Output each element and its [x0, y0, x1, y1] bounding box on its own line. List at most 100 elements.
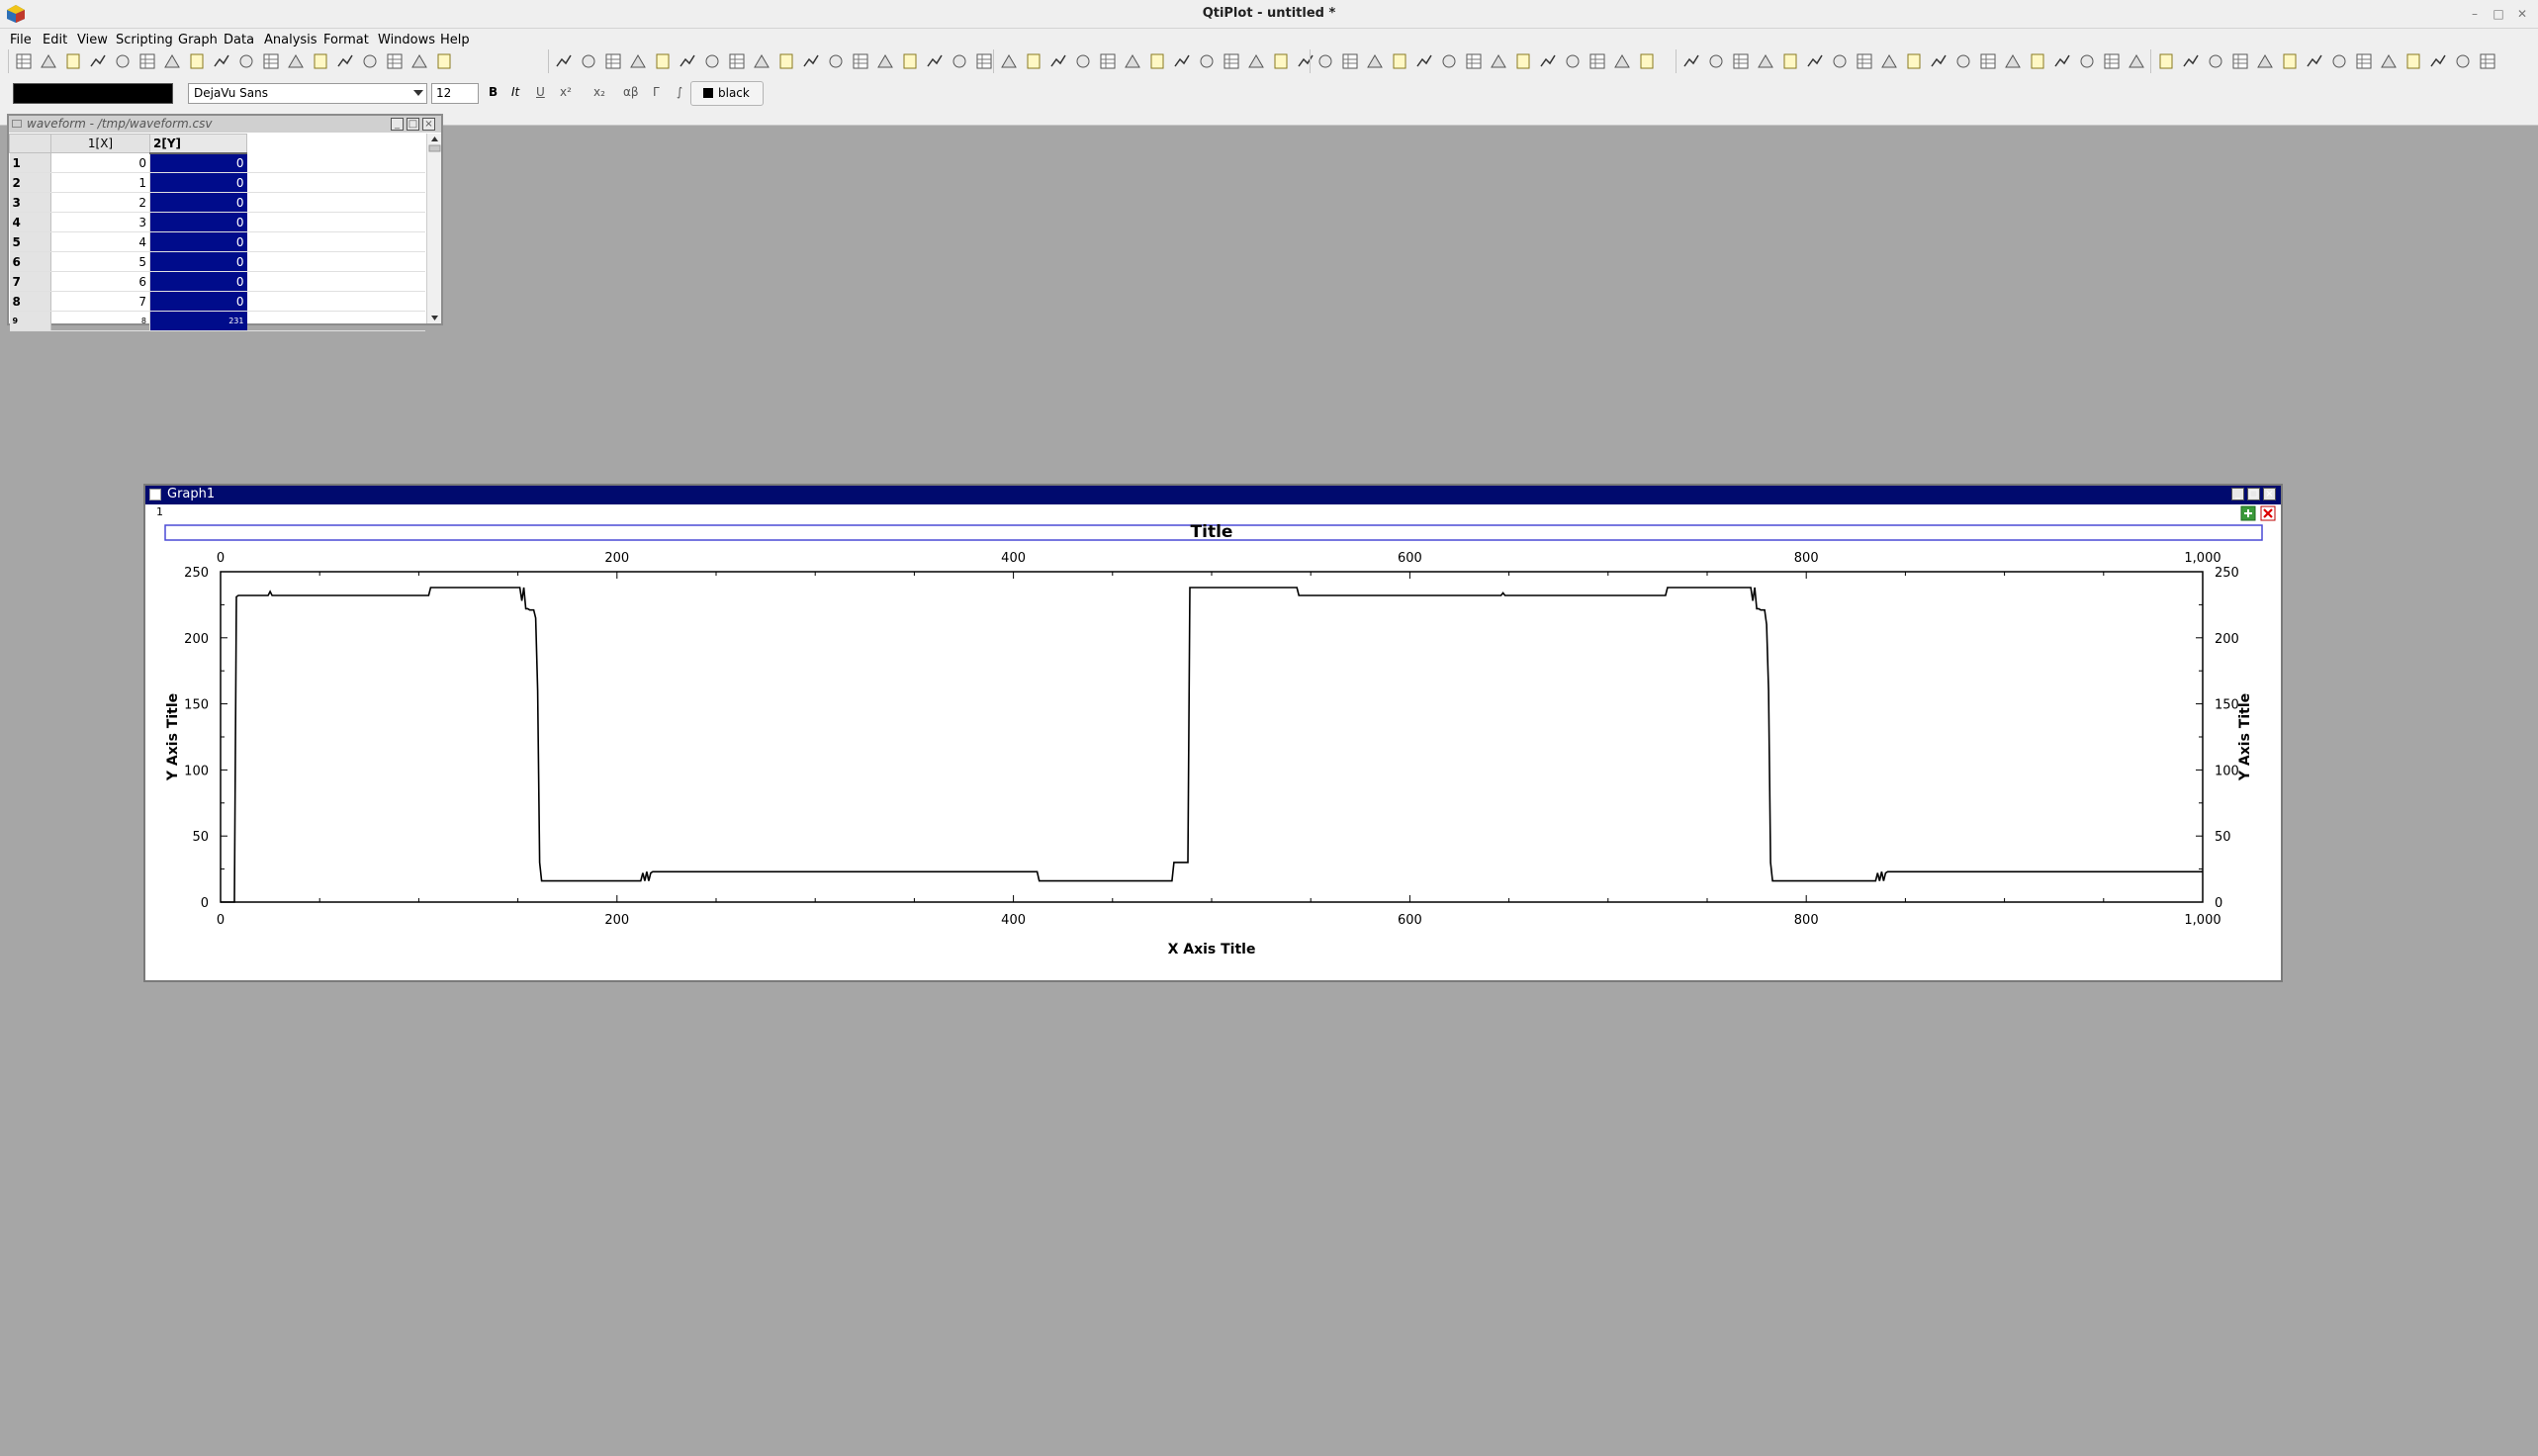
grid-icon[interactable] — [974, 51, 994, 71]
arrow-icon[interactable] — [2255, 51, 2275, 71]
remove-layer-icon[interactable] — [2260, 505, 2276, 521]
cell-x[interactable]: 5 — [50, 251, 150, 272]
menu-data[interactable]: Data — [224, 33, 254, 47]
cut-icon[interactable] — [1296, 51, 1315, 71]
zoom-out-icon[interactable] — [1340, 51, 1360, 71]
cell-y[interactable]: 0 — [149, 152, 247, 173]
table-icon-icon[interactable] — [1706, 51, 1726, 71]
menu-windows[interactable]: Windows — [378, 33, 435, 47]
integral-button[interactable]: ∫ — [677, 85, 682, 99]
move-points-icon[interactable] — [653, 51, 673, 71]
cell-y[interactable]: 0 — [149, 172, 247, 193]
close-button[interactable]: ✕ — [2514, 7, 2530, 21]
font-family-select[interactable]: DejaVu Sans — [188, 83, 427, 104]
open-icon[interactable] — [1879, 51, 1899, 71]
arrow-icon[interactable] — [752, 51, 771, 71]
cut-icon[interactable] — [554, 51, 574, 71]
new-matrix-icon[interactable] — [1637, 51, 1657, 71]
cell-x[interactable]: 6 — [50, 271, 150, 292]
open-icon[interactable] — [286, 51, 306, 71]
data-reader-icon[interactable] — [628, 51, 648, 71]
line-icon[interactable] — [2280, 51, 2300, 71]
pointer-icon[interactable] — [2354, 51, 2374, 71]
table-icon-icon[interactable] — [2453, 51, 2473, 71]
plot-area-icon[interactable] — [212, 51, 231, 71]
cell-x[interactable]: 0 — [50, 152, 150, 173]
save-icon[interactable] — [311, 51, 330, 71]
data-reader-icon[interactable] — [1365, 51, 1385, 71]
line-icon[interactable] — [776, 51, 796, 71]
copy-icon[interactable] — [1953, 51, 1973, 71]
paste-icon[interactable] — [1978, 51, 1998, 71]
table-row[interactable]: 100 — [9, 152, 425, 173]
text-icon[interactable] — [1464, 51, 1484, 71]
column-header-x[interactable]: 1[X] — [50, 134, 150, 153]
copy-icon[interactable] — [360, 51, 380, 71]
zoom-in-icon[interactable] — [1315, 51, 1335, 71]
plot-bars-icon[interactable] — [236, 51, 256, 71]
zoom-in-icon[interactable] — [579, 51, 598, 71]
maximize-button[interactable]: □ — [2491, 7, 2506, 21]
text-color-button[interactable]: black — [690, 81, 764, 106]
cell-x[interactable]: 8 — [50, 311, 150, 331]
data-reader-icon[interactable] — [2127, 51, 2146, 71]
cell-x[interactable]: 4 — [50, 231, 150, 252]
move-points-icon[interactable] — [1390, 51, 1409, 71]
open-icon[interactable] — [1123, 51, 1142, 71]
greek-lower-button[interactable]: αβ — [623, 85, 639, 99]
menu-file[interactable]: File — [10, 33, 32, 47]
grid-icon[interactable] — [1731, 51, 1751, 71]
italic-button[interactable]: It — [511, 85, 519, 99]
color-preview-box[interactable] — [13, 83, 173, 104]
fit-line-icon[interactable] — [2206, 51, 2225, 71]
table-row[interactable]: 320 — [9, 192, 425, 213]
y-axis-title[interactable]: Y Axis Title — [165, 693, 181, 781]
save-icon[interactable] — [1904, 51, 1924, 71]
graph-window[interactable]: Graph1 _ □ × 1 Title 0 0 200 200 400 400 600 60… — [143, 484, 2283, 982]
table-minimize-button[interactable]: _ — [391, 118, 404, 131]
cell-y[interactable]: 231 — [149, 311, 247, 331]
remove-points-icon[interactable] — [2181, 51, 2201, 71]
paste-icon[interactable] — [385, 51, 405, 71]
plot-bars-icon[interactable] — [1073, 51, 1093, 71]
cut-icon[interactable] — [2052, 51, 2072, 71]
text-icon[interactable] — [2230, 51, 2250, 71]
right-y-axis-title[interactable]: Y Axis Title — [2237, 693, 2253, 781]
line-icon[interactable] — [1513, 51, 1533, 71]
cell-y[interactable]: 0 — [149, 231, 247, 252]
menu-graph[interactable]: Graph — [178, 33, 218, 47]
subscript-button[interactable]: x₂ — [593, 85, 605, 99]
greek-upper-button[interactable]: Γ — [653, 85, 660, 99]
table-close-button[interactable]: × — [422, 118, 435, 131]
menu-analysis[interactable]: Analysis — [264, 33, 317, 47]
table-vertical-scrollbar[interactable] — [426, 134, 441, 323]
undo-icon[interactable] — [409, 51, 429, 71]
underline-button[interactable]: U — [536, 85, 545, 99]
new-note-icon[interactable] — [1681, 51, 1701, 71]
ellipse-icon[interactable] — [1563, 51, 1583, 71]
cell-x[interactable]: 1 — [50, 172, 150, 193]
table-row[interactable]: 760 — [9, 271, 425, 292]
text-icon[interactable] — [727, 51, 747, 71]
new-table-icon[interactable] — [2379, 51, 2399, 71]
move-points-icon[interactable] — [2156, 51, 2176, 71]
new-note-icon[interactable] — [925, 51, 945, 71]
graph-close-button[interactable]: × — [2263, 488, 2276, 500]
redo-icon[interactable] — [434, 51, 454, 71]
superscript-button[interactable]: x² — [560, 85, 572, 99]
table-maximize-button[interactable]: □ — [407, 118, 419, 131]
ellipse-icon[interactable] — [2329, 51, 2349, 71]
new-note-icon[interactable] — [2428, 51, 2448, 71]
table-row[interactable]: 210 — [9, 172, 425, 193]
cell-y[interactable]: 0 — [149, 291, 247, 312]
copy-icon[interactable] — [1197, 51, 1217, 71]
new-matrix-icon[interactable] — [63, 51, 83, 71]
pointer-icon[interactable] — [1587, 51, 1607, 71]
cell-x[interactable]: 7 — [50, 291, 150, 312]
print-icon[interactable] — [1172, 51, 1192, 71]
cell-y[interactable]: 0 — [149, 212, 247, 232]
graph-minimize-button[interactable]: _ — [2231, 488, 2244, 500]
plot-3d-icon[interactable] — [261, 51, 281, 71]
cell-y[interactable]: 0 — [149, 251, 247, 272]
graph-maximize-button[interactable]: □ — [2247, 488, 2260, 500]
